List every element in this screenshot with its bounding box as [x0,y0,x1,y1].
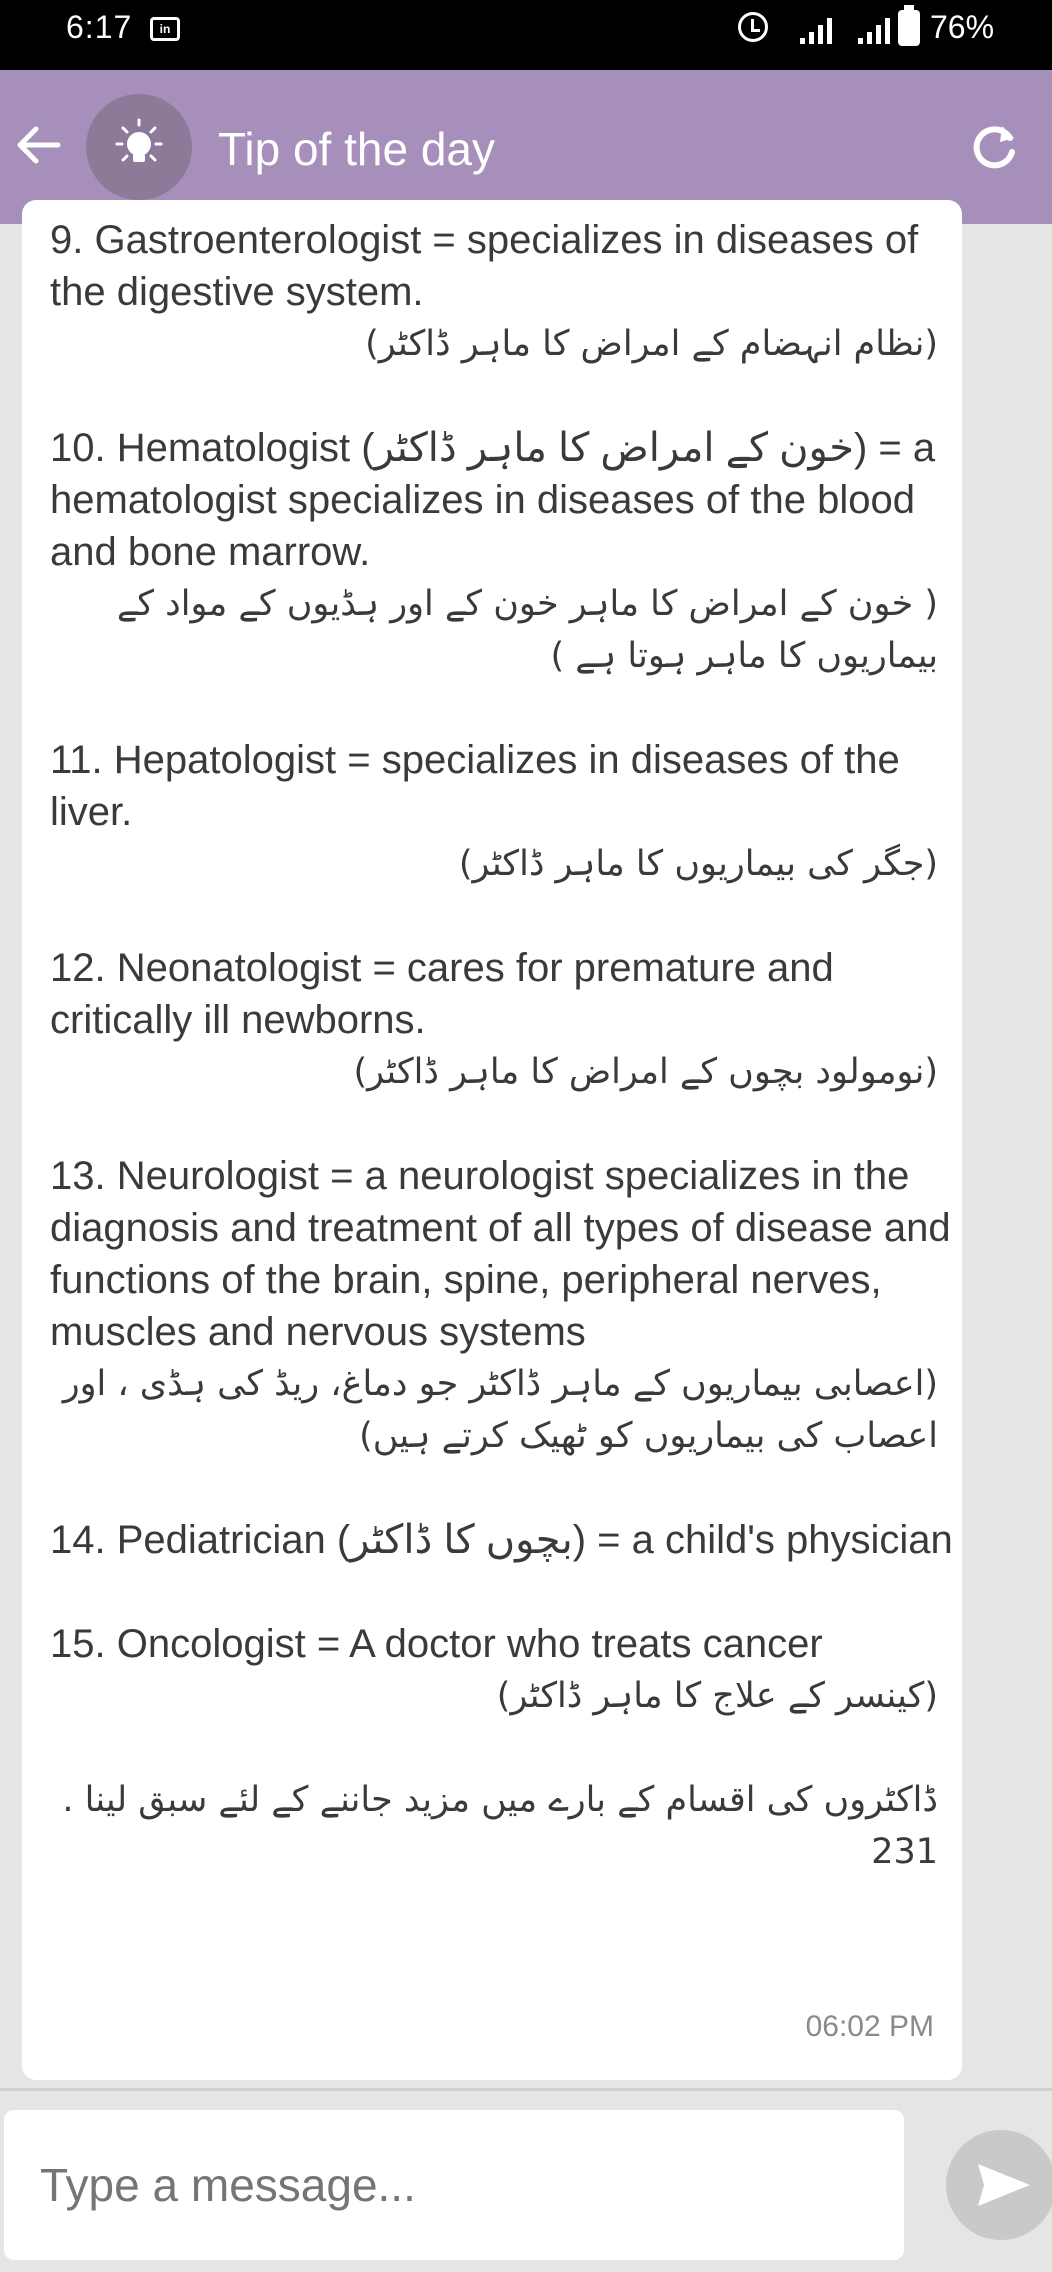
entry-text: 12. Neonatologist = cares for premature … [50,946,834,1042]
battery-icon [898,5,920,46]
send-button[interactable] [946,2130,1052,2240]
entry-text: 10. Hematologist (خون کے امراض کا ماہر ڈ… [50,426,936,574]
signal-strength-icon [800,14,840,44]
page-title: Tip of the day [218,123,496,175]
battery-percent: 76% [930,9,995,45]
entry-text: 14. Pediatrician (بچوں کا ڈاکٹر) = a chi… [50,1518,953,1562]
entry-text: 15. Oncologist = A doctor who treats can… [50,1622,823,1666]
entry-text: 11. Hepatologist = specializes in diseas… [50,738,900,834]
entry-urdu: (کینسر کے علاج کا ماہر ڈاکٹر) [496,1676,938,1716]
message-content: 9. Gastroenterologist = specializes in d… [50,214,958,1878]
tip-avatar [86,94,192,200]
entry-text: 9. Gastroenterologist = specializes in d… [50,218,919,314]
message-timestamp: 06:02 PM [805,2010,934,2043]
entry-urdu: (اعصابی بیماریوں کے ماہر ڈاکٹر جو دماغ، … [62,1364,938,1456]
status-bar: 6:17 in 76% [0,0,1052,70]
status-time: 6:17 [66,9,133,45]
send-icon [978,2164,1030,2206]
lightbulb-icon [115,118,163,162]
entry-urdu: (جگر کی بیماریوں کا ماہر ڈاکٹر) [458,844,938,884]
refresh-icon[interactable] [964,118,1024,178]
arrow-left-icon[interactable] [10,115,70,175]
app-notification-icon: in [150,17,180,41]
entry-urdu: (نظام انہضام کے امراض کا ماہر ڈاکٹر) [365,324,938,364]
message-bubble: 9. Gastroenterologist = specializes in d… [22,200,962,2080]
signal-strength-icon [858,14,898,44]
message-input[interactable] [4,2110,904,2260]
entry-text: 13. Neurologist = a neurologist speciali… [50,1154,951,1354]
entry-urdu: (نومولود بچوں کے امراض کا ماہر ڈاکٹر) [353,1052,938,1092]
divider [0,2088,1052,2091]
message-footer: ڈاکٹروں کی اقسام کے بارے میں مزید جاننے … [62,1780,938,1872]
alarm-icon [738,12,768,42]
entry-urdu: ( خون کے امراض کا ماہر خون کے اور ہڈیوں … [116,584,938,676]
